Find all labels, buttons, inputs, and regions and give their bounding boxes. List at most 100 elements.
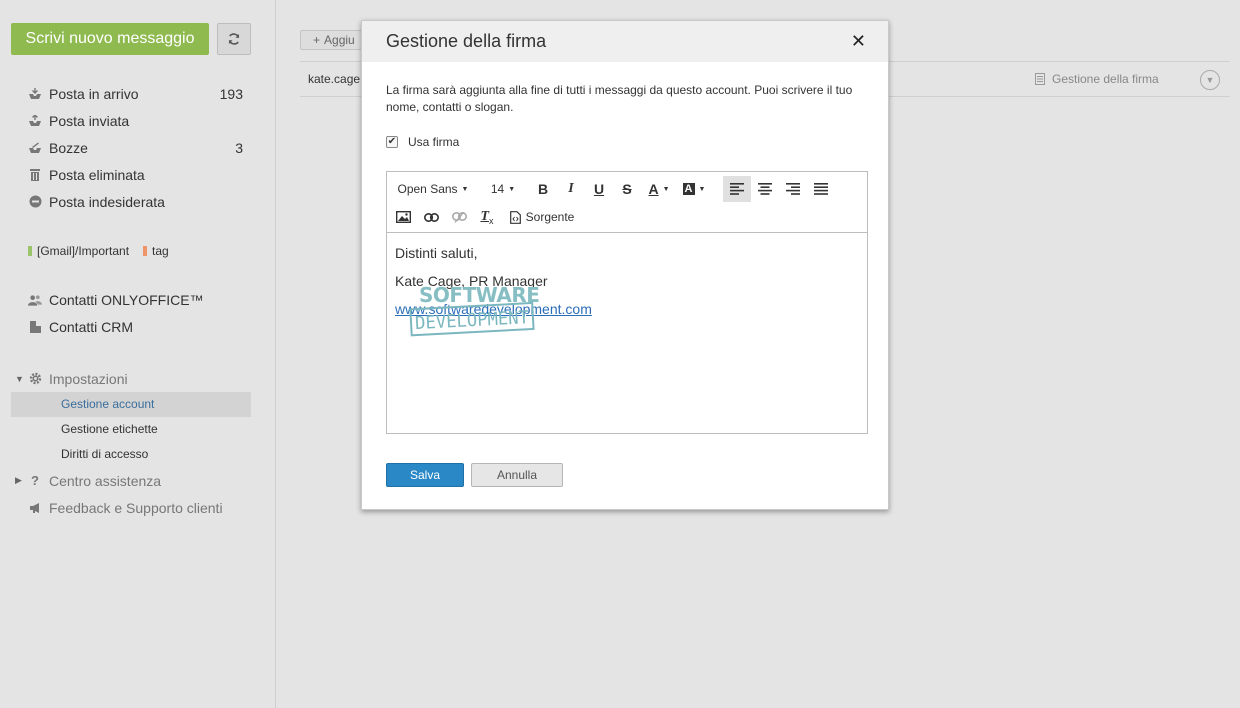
close-icon[interactable]: ✕ — [851, 31, 866, 52]
caret-down-icon: ▼ — [461, 185, 469, 193]
drafts-icon — [28, 141, 42, 155]
settings-item-access[interactable]: Diritti di accesso — [11, 442, 251, 467]
tag-color-swatch — [143, 246, 148, 256]
triangle-right-icon: ▶ — [15, 475, 22, 485]
source-button[interactable]: Sorgente — [507, 204, 577, 230]
caret-down-icon: ▼ — [662, 185, 670, 193]
contacts-list: Contatti ONLYOFFICE™ Contatti CRM — [28, 286, 258, 340]
align-center-icon[interactable] — [751, 176, 779, 202]
editor-toolbar: Open Sans ▼ 14 ▼ B I U S A ▼ A ▼ T x Sor… — [387, 172, 867, 233]
align-left-icon[interactable] — [723, 176, 751, 202]
folder-sent[interactable]: Posta inviata — [28, 107, 248, 134]
trash-icon — [28, 168, 42, 182]
question-icon: ? — [31, 473, 39, 488]
folder-label: Posta eliminata — [49, 166, 145, 183]
caret-down-icon: ▼ — [698, 185, 706, 193]
contacts-label: Contatti ONLYOFFICE™ — [49, 291, 204, 308]
folder-inbox[interactable]: Posta in arrivo 193 — [28, 80, 248, 107]
add-label: Aggiu — [324, 33, 355, 47]
tag-gmail-important[interactable]: [Gmail]/Important — [28, 244, 129, 258]
use-signature-option[interactable]: ✔ Usa firma — [386, 135, 459, 149]
strikethrough-icon[interactable]: S — [617, 176, 637, 202]
background-color-icon[interactable]: A ▼ — [679, 176, 709, 202]
image-icon[interactable] — [393, 204, 413, 230]
account-email: kate.cage — [308, 72, 361, 86]
refresh-button[interactable] — [217, 23, 251, 55]
inbox-icon — [28, 87, 42, 101]
source-label: Sorgente — [525, 210, 575, 224]
dialog-header: Gestione della firma ✕ — [362, 21, 888, 62]
clear-format-glyph: T — [480, 209, 490, 224]
help-label: Centro assistenza — [49, 472, 162, 489]
settings-item-account[interactable]: Gestione account — [11, 392, 251, 417]
triangle-down-icon: ▼ — [15, 373, 24, 384]
tag-color-swatch — [28, 246, 32, 256]
compose-button[interactable]: Scrivi nuovo messaggio — [11, 23, 209, 55]
use-signature-label: Usa firma — [408, 135, 460, 149]
folder-spam[interactable]: Posta indesiderata — [28, 188, 248, 215]
text-color-icon[interactable]: A ▼ — [645, 176, 673, 202]
folder-list: Posta in arrivo 193 Posta inviata Bozze … — [28, 80, 248, 215]
refresh-icon — [228, 33, 240, 45]
megaphone-icon — [28, 501, 42, 515]
folder-label: Bozze — [49, 139, 88, 156]
feedback-support[interactable]: Feedback e Supporto clienti — [11, 494, 251, 521]
add-account-button[interactable]: + Aggiu — [300, 30, 370, 50]
software-development-logo: SOFTWARE DEVELOPMENT — [409, 283, 539, 337]
use-signature-checkbox[interactable]: ✔ — [386, 136, 398, 148]
unread-count: 193 — [219, 85, 243, 102]
link-icon[interactable] — [421, 204, 441, 230]
sidebar: Scrivi nuovo messaggio Posta in arrivo 1… — [0, 0, 276, 708]
italic-icon[interactable]: I — [561, 176, 581, 202]
chevron-down-icon[interactable]: ▼ — [1200, 70, 1220, 90]
building-icon — [28, 320, 42, 334]
signature-line: Distinti saluti, — [395, 245, 478, 261]
sent-icon — [28, 114, 42, 128]
tag-list: [Gmail]/Important tag — [28, 244, 183, 258]
settings-section: ▼ Impostazioni Gestione account Gestione… — [11, 365, 251, 521]
dialog-description: La firma sarà aggiunta alla fine di tutt… — [386, 83, 853, 114]
signature-link[interactable]: Gestione della firma — [1035, 72, 1159, 86]
folder-label: Posta in arrivo — [49, 85, 139, 102]
settings-label: Impostazioni — [49, 370, 128, 387]
align-justify-icon[interactable] — [807, 176, 835, 202]
unlink-icon[interactable] — [449, 204, 469, 230]
document-icon — [1035, 73, 1045, 85]
save-button[interactable]: Salva — [386, 463, 464, 487]
contacts-crm[interactable]: Contatti CRM — [28, 313, 258, 340]
folder-label: Posta inviata — [49, 112, 130, 129]
signature-editor: Open Sans ▼ 14 ▼ B I U S A ▼ A ▼ T x Sor… — [386, 171, 868, 434]
settings-item-labels[interactable]: Gestione etichette — [11, 417, 251, 442]
people-icon — [28, 293, 42, 307]
settings-header[interactable]: ▼ Impostazioni — [11, 365, 251, 392]
tag-tag[interactable]: tag — [143, 244, 169, 258]
folder-drafts[interactable]: Bozze 3 — [28, 134, 248, 161]
clear-format-icon[interactable]: Tx — [477, 204, 497, 230]
align-right-icon[interactable] — [779, 176, 807, 202]
caret-down-icon: ▼ — [508, 185, 516, 193]
folder-label: Posta indesiderata — [49, 193, 165, 210]
font-family-value: Open Sans — [397, 182, 458, 196]
help-center[interactable]: ▶ ? Centro assistenza — [11, 467, 251, 494]
tag-label: [Gmail]/Important — [37, 244, 130, 258]
font-family-select[interactable]: Open Sans ▼ — [391, 176, 475, 202]
source-icon — [509, 210, 521, 224]
plus-icon: + — [313, 33, 321, 47]
signature-dialog: Gestione della firma ✕ La firma sarà agg… — [361, 20, 889, 510]
underline-icon[interactable]: U — [589, 176, 609, 202]
tag-label: tag — [152, 244, 169, 258]
text-color-glyph: A — [648, 181, 659, 197]
signature-link-label: Gestione della firma — [1052, 72, 1159, 86]
font-size-value: 14 — [490, 182, 505, 196]
bold-icon[interactable]: B — [533, 176, 553, 202]
font-size-select[interactable]: 14 ▼ — [483, 176, 523, 202]
gear-icon — [28, 372, 42, 386]
feedback-label: Feedback e Supporto clienti — [49, 499, 223, 516]
background-color-glyph: A — [682, 183, 695, 195]
folder-trash[interactable]: Posta eliminata — [28, 161, 248, 188]
unread-count: 3 — [235, 139, 243, 156]
dialog-title: Gestione della firma — [386, 31, 547, 51]
spam-icon — [28, 195, 42, 209]
contacts-onlyoffice[interactable]: Contatti ONLYOFFICE™ — [28, 286, 258, 313]
cancel-button[interactable]: Annulla — [471, 463, 563, 487]
